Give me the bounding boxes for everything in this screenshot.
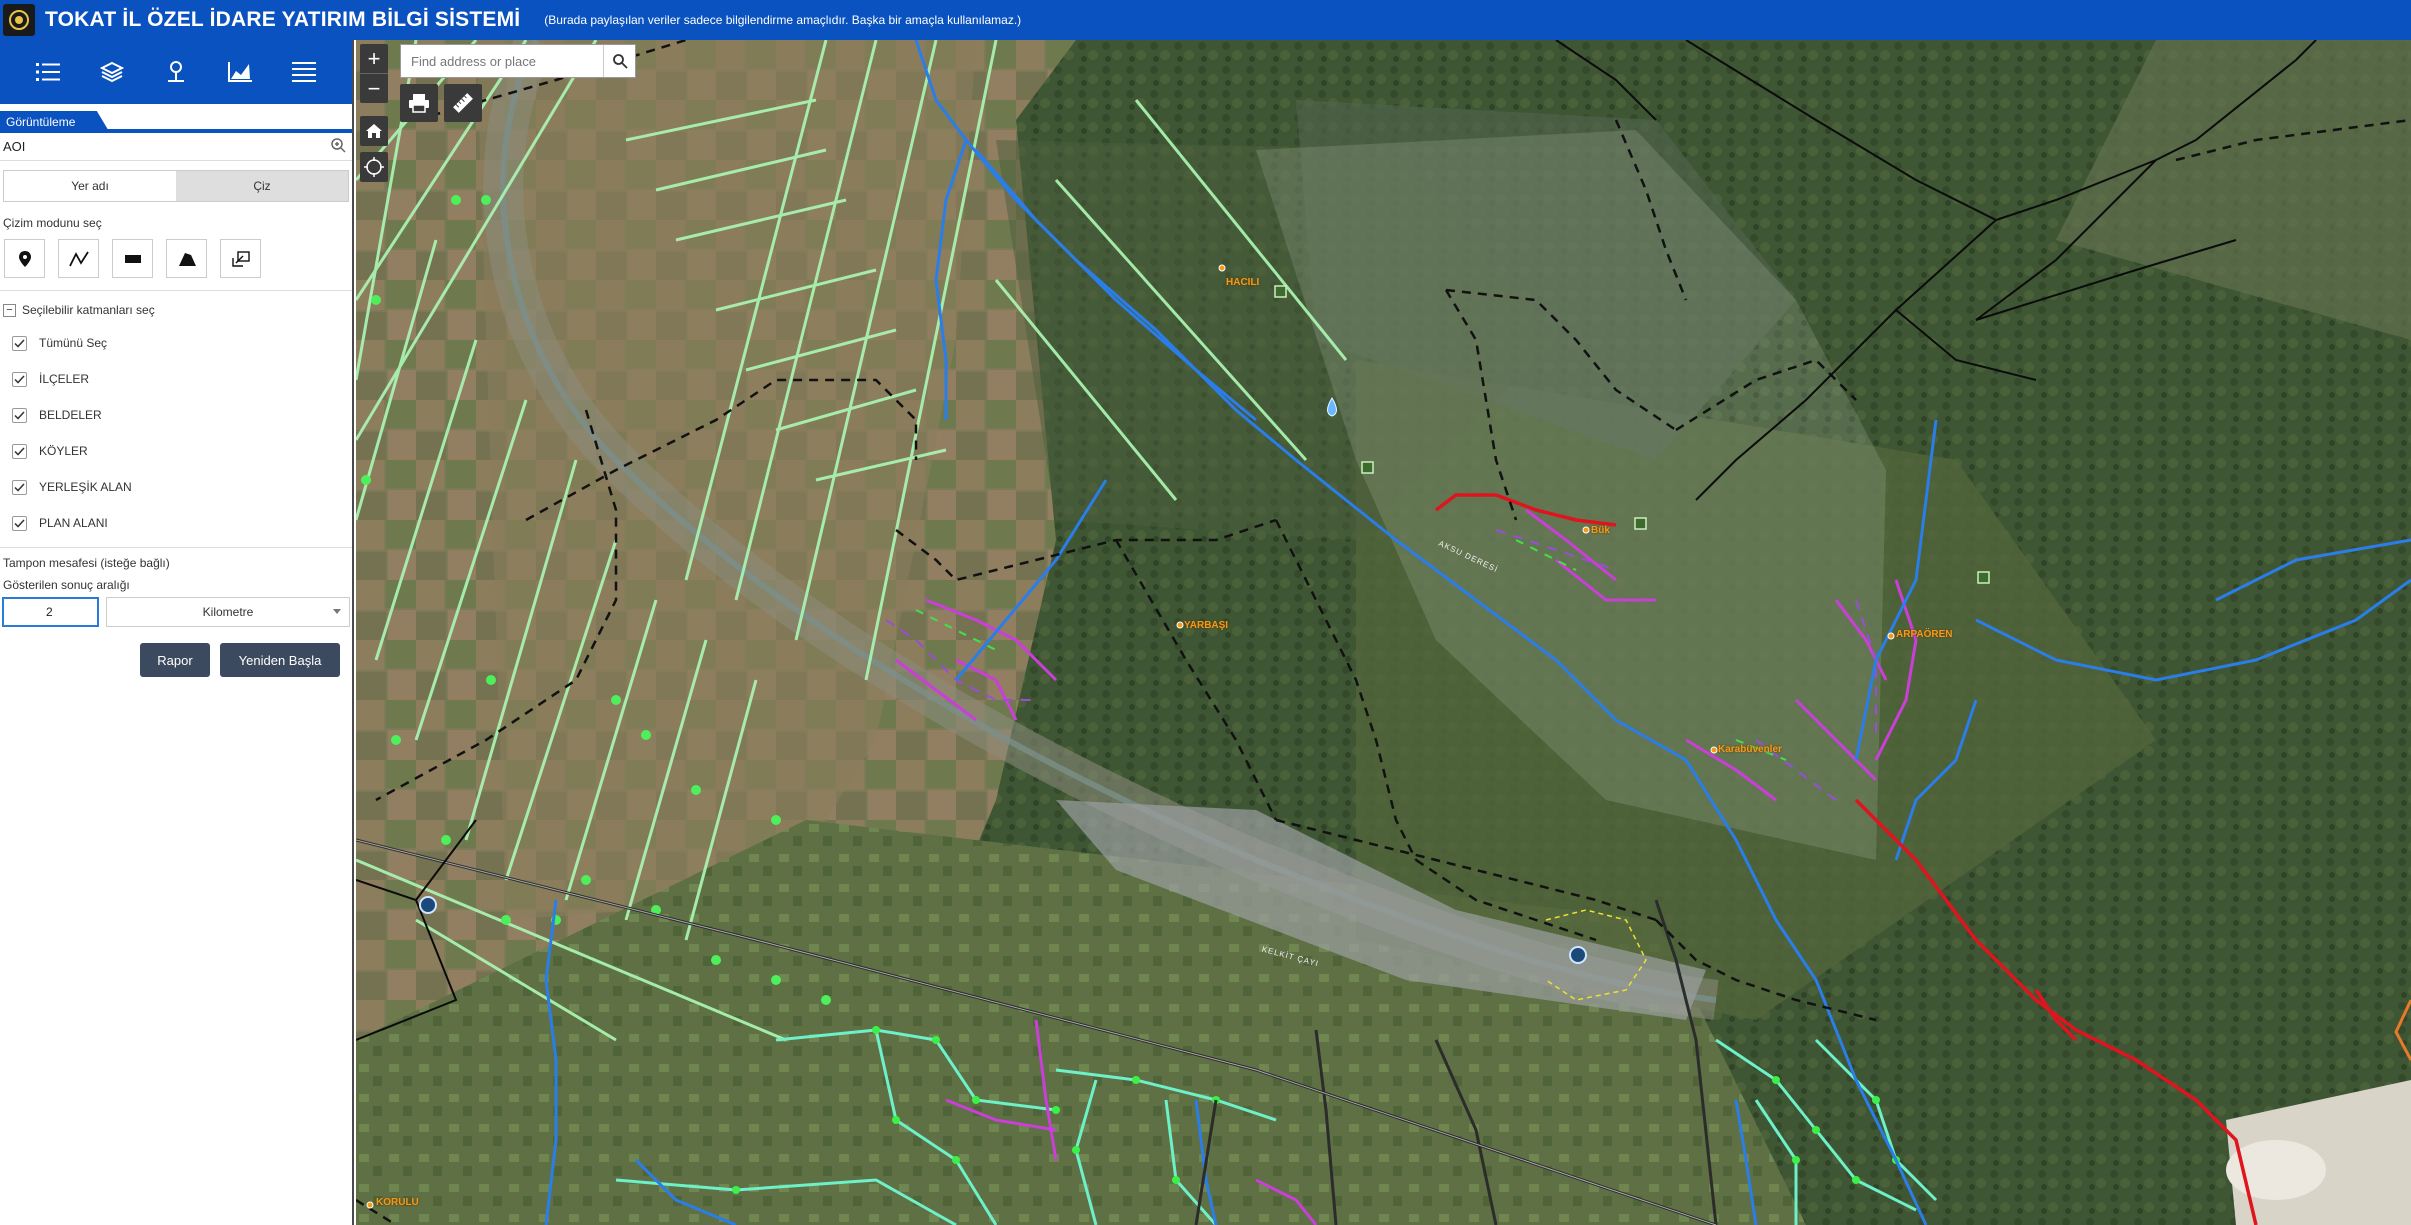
draw-mode-label: Çizim modunu seç <box>3 216 102 230</box>
tab-yer-adi[interactable]: Yer adı <box>4 171 176 201</box>
search-box: Find address or place <box>400 44 636 78</box>
layer-label: Tümünü Seç <box>39 336 108 350</box>
app-header: TOKAT İL ÖZEL İDARE YATIRIM BİLGİ SİSTEM… <box>0 0 2411 40</box>
place-label: Bük <box>1591 525 1610 536</box>
report-button[interactable]: Rapor <box>140 643 210 677</box>
locate-icon[interactable] <box>360 152 388 182</box>
layer-item[interactable]: Tümünü Seç <box>0 325 352 361</box>
sidebar-toolbar <box>0 40 352 104</box>
action-row: Rapor Yeniden Başla <box>0 627 352 677</box>
place-label: ARPAÖREN <box>1896 629 1953 640</box>
unit-select[interactable]: Kilometre <box>106 597 350 627</box>
layer-label: KÖYLER <box>39 444 88 458</box>
app-logo <box>3 4 35 36</box>
checkbox-checked-icon[interactable] <box>12 371 27 387</box>
place-label: Karabüvenler <box>1718 744 1782 755</box>
print-icon[interactable] <box>400 84 438 122</box>
layer-item[interactable]: YERLEŞİK ALAN <box>0 469 352 505</box>
collapse-icon[interactable]: − <box>3 303 16 317</box>
layer-label: İLÇELER <box>39 372 90 386</box>
tab-strip: Görüntüleme <box>0 111 352 133</box>
buffer-row: 2 Kilometre <box>0 592 352 627</box>
point-tool-icon[interactable] <box>4 239 45 278</box>
buffer-distance-label: Tampon mesafesi (isteğe bağlı) <box>3 556 170 570</box>
place-label: KORULU <box>376 1197 419 1208</box>
tab-goruntuleme[interactable]: Görüntüleme <box>0 111 110 133</box>
result-range-label: Gösterilen sonuç aralığı <box>3 578 130 592</box>
place-label: YARBAŞI <box>1184 620 1229 631</box>
buffer-distance-input[interactable]: 2 <box>2 597 99 627</box>
layers-header-label: Seçilebilir katmanları seç <box>22 303 155 317</box>
home-icon[interactable] <box>360 116 388 146</box>
checkbox-checked-icon[interactable] <box>12 443 27 459</box>
layers-header[interactable]: − Seçilebilir katmanları seç <box>0 297 352 323</box>
map-view[interactable]: HACILI Bük YARBAŞI ARPAÖREN Karabüvenler… <box>356 40 2411 1225</box>
layer-item[interactable]: PLAN ALANI <box>0 505 352 541</box>
layer-item[interactable]: BELDELER <box>0 397 352 433</box>
sidebar-panel: Görüntüleme AOI Yer adı Çiz Çizim modunu… <box>0 40 354 1225</box>
list-icon[interactable] <box>31 55 65 89</box>
tab-ciz[interactable]: Çiz <box>176 171 348 201</box>
zoom-out-button[interactable]: − <box>360 74 388 103</box>
layer-label: PLAN ALANI <box>39 516 108 530</box>
extent-tool-icon[interactable] <box>220 239 261 278</box>
pin-icon[interactable] <box>159 55 193 89</box>
search-icon[interactable] <box>603 45 635 77</box>
checkbox-checked-icon[interactable] <box>12 335 27 351</box>
layer-list: Tümünü Seç İLÇELER BELDELER KÖYLER YERLE… <box>0 323 352 541</box>
layer-label: BELDELER <box>39 408 102 422</box>
checkbox-checked-icon[interactable] <box>12 479 27 495</box>
measure-icon[interactable] <box>444 84 482 122</box>
app-title: TOKAT İL ÖZEL İDARE YATIRIM BİLGİ SİSTEM… <box>45 8 521 31</box>
polygon-tool-icon[interactable] <box>166 239 207 278</box>
zoom-to-icon[interactable] <box>330 137 346 156</box>
layer-label: YERLEŞİK ALAN <box>39 480 132 494</box>
zoom-in-button[interactable]: + <box>360 44 388 73</box>
chevron-down-icon <box>333 609 341 614</box>
search-input[interactable]: Find address or place <box>401 54 603 69</box>
layer-item[interactable]: KÖYLER <box>0 433 352 469</box>
chart-icon[interactable] <box>223 55 257 89</box>
aoi-row: AOI <box>0 133 352 161</box>
menu-icon[interactable] <box>287 55 321 89</box>
unit-select-value: Kilometre <box>202 605 254 619</box>
draw-tools <box>0 230 352 278</box>
checkbox-checked-icon[interactable] <box>12 515 27 531</box>
layers-icon[interactable] <box>95 55 129 89</box>
divider <box>0 290 352 291</box>
app-disclaimer: (Burada paylaşılan veriler sadece bilgil… <box>544 13 1022 27</box>
zoom-control: + − <box>360 44 388 103</box>
checkbox-checked-icon[interactable] <box>12 407 27 423</box>
restart-button[interactable]: Yeniden Başla <box>220 643 340 677</box>
place-label: HACILI <box>1226 277 1260 288</box>
satellite-basemap <box>356 40 2411 1225</box>
polyline-tool-icon[interactable] <box>58 239 99 278</box>
rectangle-tool-icon[interactable] <box>112 239 153 278</box>
layer-item[interactable]: İLÇELER <box>0 361 352 397</box>
mode-segment: Yer adı Çiz <box>3 170 349 202</box>
aoi-label: AOI <box>3 139 26 154</box>
app-root: TOKAT İL ÖZEL İDARE YATIRIM BİLGİ SİSTEM… <box>0 0 2411 1225</box>
divider <box>0 547 352 548</box>
